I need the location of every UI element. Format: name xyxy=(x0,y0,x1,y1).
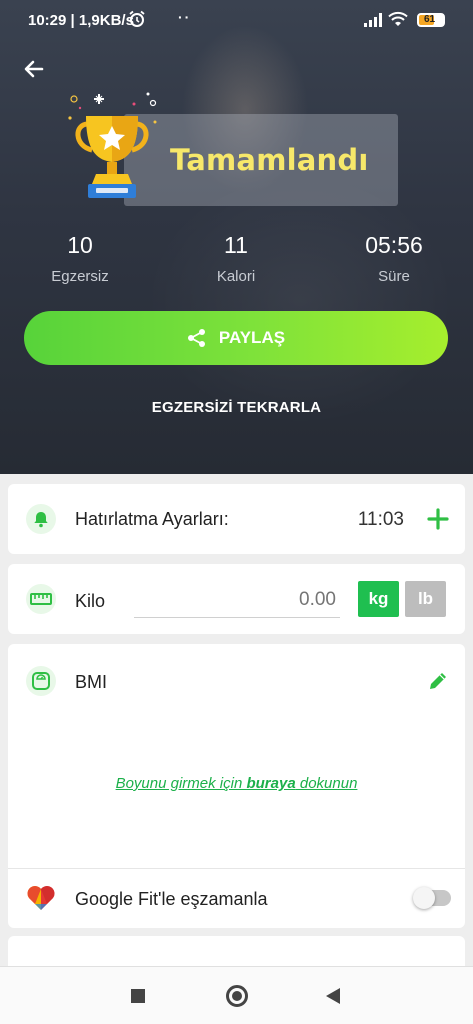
unit-lb-button[interactable]: lb xyxy=(405,581,446,617)
stat-value: 10 xyxy=(67,232,93,258)
bmi-label: BMI xyxy=(75,672,108,692)
status-bar: 10:29 | 1,9KB/s ·· 61 xyxy=(0,0,473,42)
stat-label: Süre xyxy=(378,268,410,285)
repeat-workout-button[interactable]: EGZERSİZİ TEKRARLA xyxy=(0,399,473,416)
notification-dots: ·· xyxy=(178,9,192,25)
plus-icon[interactable] xyxy=(425,506,451,532)
weight-label: Kilo xyxy=(75,591,106,611)
unit-kg-button[interactable]: kg xyxy=(358,581,399,617)
reminder-time[interactable]: 11:03 xyxy=(358,509,404,531)
back-triangle-icon[interactable] xyxy=(326,988,340,1004)
stat-value: 05:56 xyxy=(365,232,423,258)
google-fit-heart-icon xyxy=(26,884,56,912)
share-button[interactable]: PAYLAŞ xyxy=(24,311,448,365)
battery-icon: 61 xyxy=(417,13,445,27)
stat-duration: 05:56 Süre xyxy=(354,230,434,285)
home-icon[interactable] xyxy=(226,985,248,1007)
alarm-icon xyxy=(128,10,146,28)
stat-calories: 11 Kalori xyxy=(196,230,276,285)
weight-card: Kilo kg lb xyxy=(8,564,465,634)
hint-text: Boyunu girmek için xyxy=(115,775,247,792)
system-nav-bar xyxy=(0,966,473,1024)
hint-text-end: dokunun xyxy=(295,775,358,792)
pencil-icon[interactable] xyxy=(427,670,449,692)
stat-label: Kalori xyxy=(216,268,256,285)
status-time: 10:29 | 1,9KB/s xyxy=(28,12,134,29)
trophy-icon xyxy=(62,88,162,208)
completed-title: Tamamlandı xyxy=(170,143,369,177)
bell-icon xyxy=(26,504,56,534)
bmi-card: BMI Boyunu girmek için buraya dokunun xyxy=(8,644,465,868)
share-label: PAYLAŞ xyxy=(218,328,286,347)
hint-link-word: buraya xyxy=(246,775,296,792)
toggle-knob xyxy=(413,887,435,909)
stat-label: Egzersiz xyxy=(51,268,109,285)
stat-value: 11 xyxy=(224,232,248,258)
stat-exercise: 10 Egzersiz xyxy=(40,230,120,285)
google-fit-toggle[interactable] xyxy=(413,887,451,909)
enter-height-link[interactable]: Boyunu girmek için buraya dokunun xyxy=(8,775,465,792)
workout-summary-header: 10:29 | 1,9KB/s ·· 61 Tamamlandı 10 Egze… xyxy=(0,0,473,474)
back-arrow-icon[interactable] xyxy=(20,55,48,83)
wifi-icon xyxy=(388,11,408,31)
ruler-icon xyxy=(26,584,56,614)
google-fit-label: Google Fit'le eşzamanla xyxy=(75,889,268,909)
reminder-label: Hatırlatma Ayarları: xyxy=(75,509,229,529)
weight-input[interactable] xyxy=(134,582,340,618)
battery-percent: 61 xyxy=(424,14,436,25)
google-fit-card: Google Fit'le eşzamanla xyxy=(8,868,465,928)
signal-icon xyxy=(364,13,382,31)
recent-apps-icon[interactable] xyxy=(131,989,145,1003)
reminder-card[interactable]: Hatırlatma Ayarları: 11:03 xyxy=(8,484,465,554)
scale-icon xyxy=(26,666,56,696)
share-icon xyxy=(187,329,205,347)
